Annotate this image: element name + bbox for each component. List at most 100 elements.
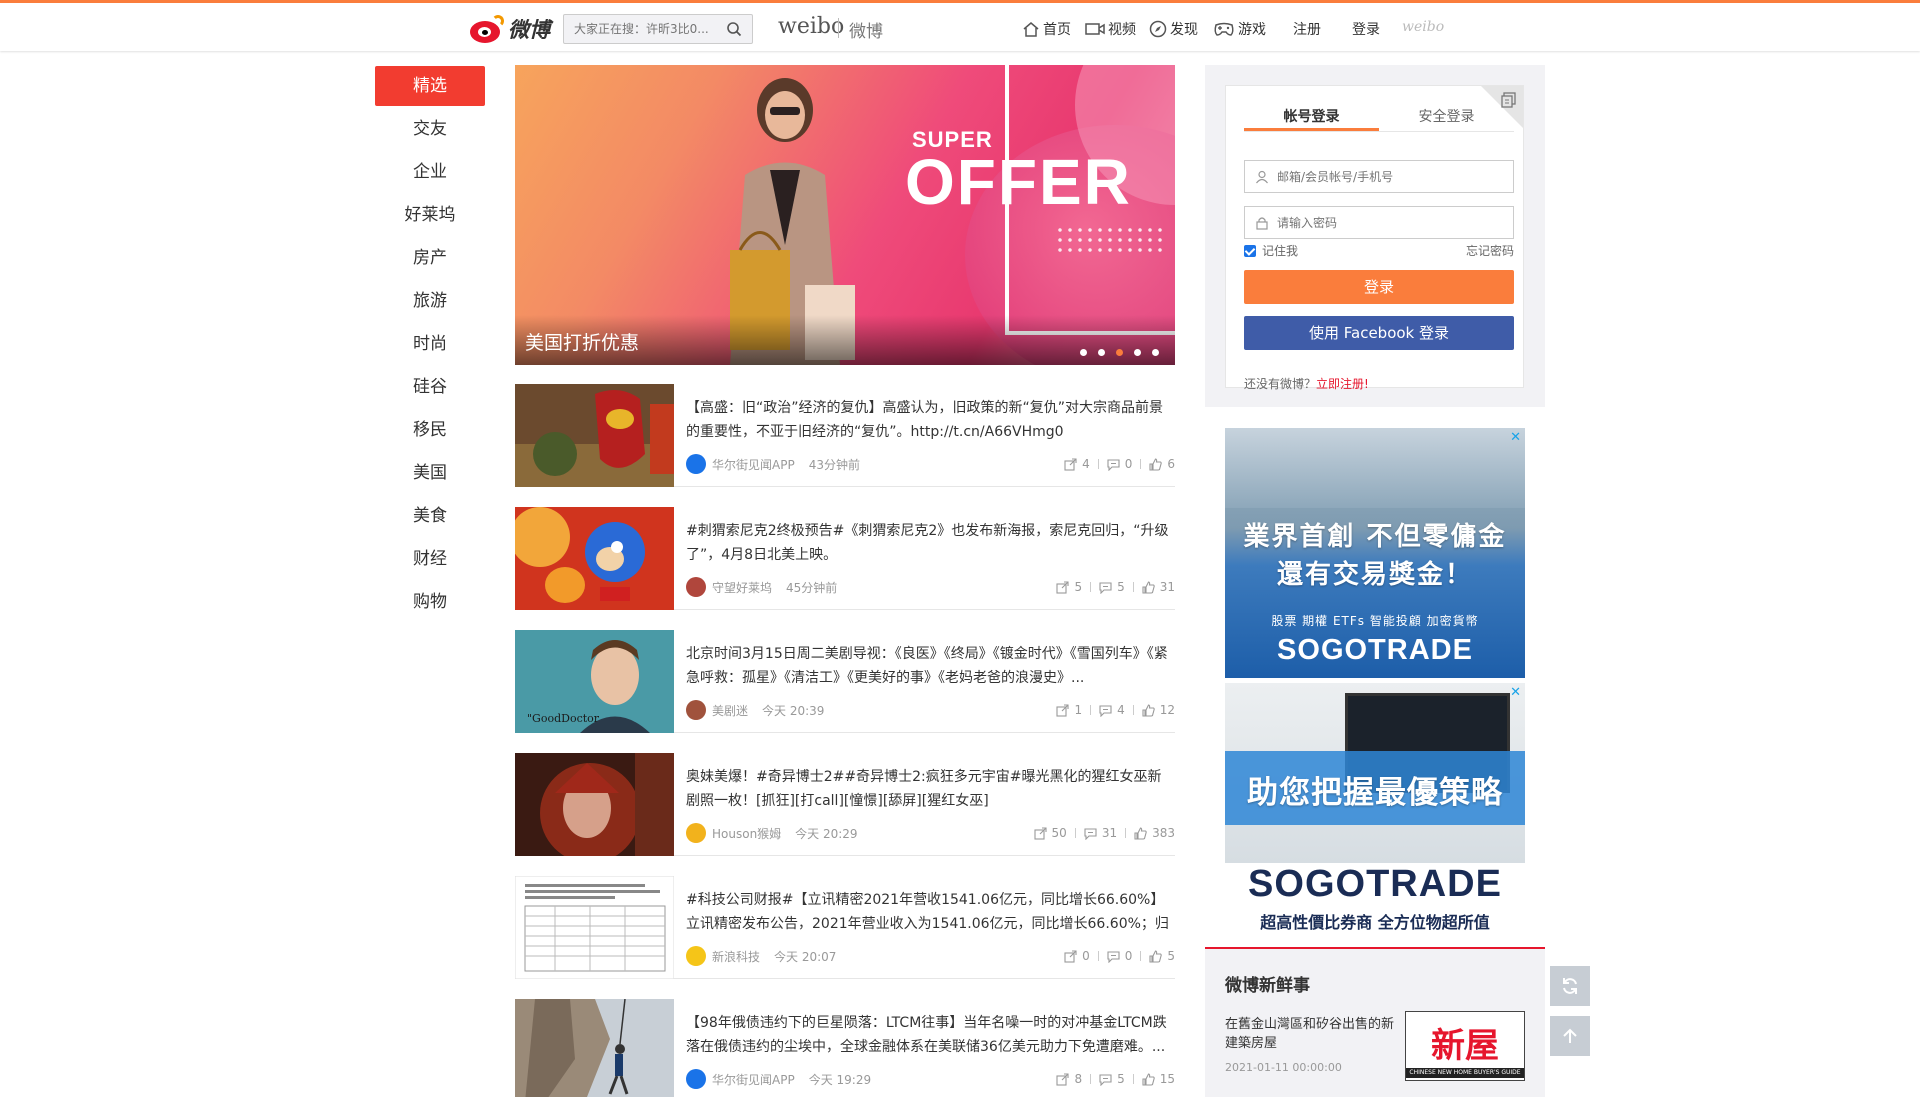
comment-button[interactable]: 31: [1084, 826, 1117, 840]
search-icon[interactable]: [726, 21, 742, 37]
source-avatar[interactable]: [686, 1069, 706, 1089]
share-button[interactable]: 1: [1056, 703, 1082, 717]
share-button[interactable]: 5: [1056, 580, 1082, 594]
category-food[interactable]: 美食: [375, 496, 485, 539]
source-avatar[interactable]: [686, 577, 706, 597]
like-button[interactable]: 15: [1142, 1072, 1175, 1086]
search-input[interactable]: [574, 20, 714, 38]
nav-video[interactable]: 视频: [1085, 19, 1136, 39]
back-to-top-button[interactable]: [1550, 1016, 1590, 1056]
feed-item[interactable]: #科技公司财报#【立讯精密2021年营收1541.06亿元，同比增长66.60%…: [515, 876, 1175, 979]
comment-button[interactable]: 4: [1099, 703, 1125, 717]
comment-button[interactable]: 5: [1099, 1072, 1125, 1086]
news-text[interactable]: 在舊金山灣區和矽谷出售的新建築房屋: [1225, 1015, 1400, 1053]
category-travel[interactable]: 旅游: [375, 281, 485, 324]
category-realestate[interactable]: 房产: [375, 238, 485, 281]
feed-title[interactable]: 奥妹美爆！#奇异博士2##奇异博士2:疯狂多元宇宙#曝光黑化的猩红女巫新剧照一枚…: [686, 765, 1175, 813]
sogotrade-ad-2[interactable]: ✕ 助您把握最優策略 SOGOTRADE 超高性價比券商 全方位物超所值: [1225, 683, 1525, 938]
source-name[interactable]: 华尔街见闻APP: [712, 456, 795, 473]
feed-title[interactable]: #刺猬索尼克2终极预告#《刺猬索尼克2》也发布新海报，索尼克回归，“升级了”，4…: [686, 519, 1175, 567]
tab-account-login[interactable]: 帐号登录: [1244, 106, 1379, 131]
category-featured[interactable]: 精选: [375, 66, 485, 106]
category-shopping[interactable]: 购物: [375, 582, 485, 625]
username-field[interactable]: [1244, 160, 1514, 193]
nav-games[interactable]: 游戏: [1213, 19, 1266, 39]
sogotrade-ad-1[interactable]: ✕ 業界首創 不但零傭金 還有交易獎金！ 股票 期權 ETFs 智能投顧 加密貨…: [1225, 428, 1525, 678]
category-usa[interactable]: 美国: [375, 453, 485, 496]
password-input[interactable]: [1277, 215, 1497, 230]
share-button[interactable]: 50: [1033, 826, 1067, 840]
category-fashion[interactable]: 时尚: [375, 324, 485, 367]
comment-button[interactable]: 0: [1107, 949, 1132, 963]
comment-button[interactable]: 0: [1107, 457, 1132, 471]
feed-thumbnail[interactable]: [515, 507, 674, 610]
tab-secure-login[interactable]: 安全登录: [1379, 106, 1514, 131]
source-name[interactable]: Houson猴姆: [712, 825, 781, 842]
feed-thumbnail[interactable]: [515, 384, 674, 487]
feed-title[interactable]: #科技公司财报#【立讯精密2021年营收1541.06亿元，同比增长66.60%…: [686, 888, 1175, 936]
category-business[interactable]: 企业: [375, 152, 485, 195]
pager-dot[interactable]: [1134, 349, 1141, 356]
like-button[interactable]: 5: [1149, 949, 1175, 963]
feed-title[interactable]: 【98年俄债违约下的巨星陨落：LTCM往事】当年名噪一时的对冲基金LTCM跌落在…: [686, 1011, 1175, 1059]
login-link[interactable]: 登录: [1352, 19, 1380, 39]
ad-close-icon[interactable]: ✕: [1510, 685, 1521, 700]
register-now-link[interactable]: 立即注册!: [1316, 377, 1369, 391]
banner-caption[interactable]: 美国打折优惠: [525, 328, 639, 355]
feed-item[interactable]: #刺猬索尼克2终极预告#《刺猬索尼克2》也发布新海报，索尼克回归，“升级了”，4…: [515, 507, 1175, 610]
feed-item[interactable]: "GoodDoctor 北京时间3月15日周二美剧导视：《良医》《终局》《镀金时代…: [515, 630, 1175, 733]
feed-title[interactable]: 【高盛：旧“政治”经济的复仇】高盛认为，旧政策的新“复仇”对大宗商品前景的重要性…: [686, 396, 1175, 444]
source-avatar[interactable]: [686, 946, 706, 966]
register-link[interactable]: 注册: [1293, 19, 1321, 39]
forgot-password-link[interactable]: 忘记密码: [1466, 242, 1514, 259]
share-button[interactable]: 0: [1064, 949, 1090, 963]
category-siliconvalley[interactable]: 硅谷: [375, 367, 485, 410]
like-button[interactable]: 31: [1142, 580, 1175, 594]
source-avatar[interactable]: [686, 823, 706, 843]
category-hollywood[interactable]: 好莱坞: [375, 195, 485, 238]
weibo-logo[interactable]: 微博: [470, 11, 560, 47]
share-button[interactable]: 8: [1056, 1072, 1082, 1086]
like-button[interactable]: 383: [1134, 826, 1175, 840]
source-name[interactable]: 新浪科技: [712, 948, 760, 965]
banner-carousel[interactable]: SUPER OFFER 美国打折优惠: [515, 65, 1175, 365]
username-input[interactable]: [1277, 169, 1497, 184]
pager-dot[interactable]: [1098, 349, 1105, 356]
ad-keyboard-image: [1225, 428, 1525, 508]
password-field[interactable]: [1244, 206, 1514, 239]
category-dating[interactable]: 交友: [375, 109, 485, 152]
pager-dot[interactable]: [1152, 349, 1159, 356]
feed-item[interactable]: 【98年俄债违约下的巨星陨落：LTCM往事】当年名噪一时的对冲基金LTCM跌落在…: [515, 999, 1175, 1097]
weibo-small-logo[interactable]: weibo: [1402, 19, 1444, 35]
refresh-button[interactable]: [1550, 966, 1590, 1006]
feed-thumbnail[interactable]: [515, 753, 674, 856]
feed-title[interactable]: 北京时间3月15日周二美剧导视：《良医》《终局》《镀金时代》《雪国列车》《紧急呼…: [686, 642, 1175, 690]
login-button[interactable]: 登录: [1244, 270, 1514, 304]
category-immigration[interactable]: 移民: [375, 410, 485, 453]
like-button[interactable]: 12: [1142, 703, 1175, 717]
ad-close-icon[interactable]: ✕: [1510, 430, 1521, 445]
source-name[interactable]: 美剧迷: [712, 702, 748, 719]
news-image[interactable]: 新屋 CHINESE NEW HOME BUYER'S GUIDE: [1405, 1011, 1525, 1081]
source-name[interactable]: 守望好莱坞: [712, 579, 772, 596]
source-name[interactable]: 华尔街见闻APP: [712, 1071, 795, 1088]
feed-thumbnail[interactable]: [515, 999, 674, 1097]
category-finance[interactable]: 财经: [375, 539, 485, 582]
facebook-login-button[interactable]: 使用 Facebook 登录: [1244, 316, 1514, 350]
comment-button[interactable]: 5: [1099, 580, 1125, 594]
nav-home[interactable]: 首页: [1022, 19, 1071, 39]
remember-label[interactable]: 记住我: [1262, 242, 1298, 259]
source-avatar[interactable]: [686, 700, 706, 720]
feed-thumbnail[interactable]: [515, 876, 674, 979]
feed-thumbnail[interactable]: "GoodDoctor: [515, 630, 674, 733]
source-avatar[interactable]: [686, 454, 706, 474]
like-button[interactable]: 6: [1149, 457, 1175, 471]
search-box[interactable]: [563, 14, 753, 44]
remember-checkbox[interactable]: [1244, 244, 1256, 257]
feed-item[interactable]: 【高盛：旧“政治”经济的复仇】高盛认为，旧政策的新“复仇”对大宗商品前景的重要性…: [515, 384, 1175, 487]
pager-dot[interactable]: [1080, 349, 1087, 356]
nav-discover[interactable]: 发现: [1149, 19, 1198, 39]
share-button[interactable]: 4: [1064, 457, 1090, 471]
pager-dot-active[interactable]: [1116, 349, 1123, 356]
feed-item[interactable]: 奥妹美爆！#奇异博士2##奇异博士2:疯狂多元宇宙#曝光黑化的猩红女巫新剧照一枚…: [515, 753, 1175, 856]
